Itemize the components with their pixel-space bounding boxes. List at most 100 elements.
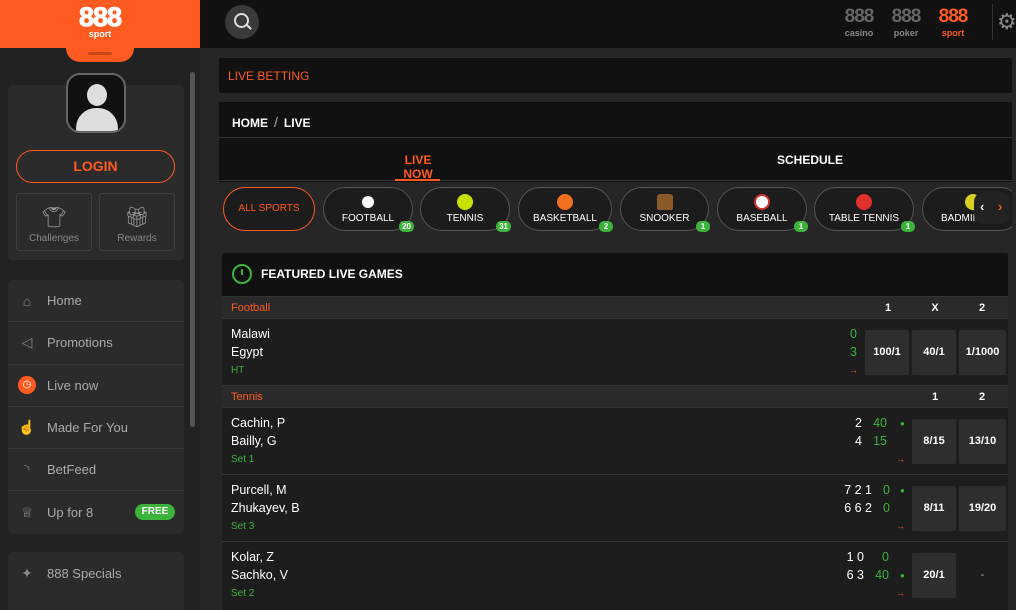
col-x: X bbox=[931, 302, 939, 314]
arrow-right-icon[interactable]: → bbox=[896, 588, 905, 598]
odds-1[interactable]: 8/15 bbox=[912, 419, 956, 464]
chip-snooker[interactable]: SNOOKER 1 bbox=[620, 187, 710, 232]
sidebar-item-up-for-8[interactable]: ♕ Up for 8 FREE bbox=[8, 491, 184, 533]
sets-1: 7 2 1 bbox=[844, 483, 872, 497]
brand-casino-mark: 888 bbox=[844, 6, 875, 27]
odds-2[interactable]: 13/10 bbox=[959, 419, 1006, 464]
chip-baseball[interactable]: BASEBALL 1 bbox=[717, 187, 808, 232]
match-row[interactable]: Kolar, Z Sachko, V Set 2 1 0 6 3 0 40 ● … bbox=[222, 541, 1008, 608]
section-tennis: Tennis 1 2 bbox=[222, 385, 1008, 407]
breadcrumb: HOME / LIVE bbox=[232, 114, 311, 130]
brand-sport-mark: 888 bbox=[938, 6, 969, 27]
rewards-label: Rewards bbox=[117, 233, 157, 244]
challenges-button[interactable]: 👕︎ Challenges bbox=[16, 193, 92, 251]
match-row[interactable]: Purcell, M Zhukayev, B Set 3 7 2 1 6 6 2… bbox=[222, 474, 1008, 541]
brand-poker[interactable]: 888 poker bbox=[886, 6, 926, 38]
match-status: Set 2 bbox=[231, 588, 255, 599]
breadcrumb-current: LIVE bbox=[283, 116, 311, 130]
avatar-head bbox=[87, 84, 107, 106]
col-2: 2 bbox=[978, 302, 986, 314]
breadcrumb-separator: / bbox=[274, 114, 278, 130]
star-icon: ✦ bbox=[21, 564, 33, 581]
game-1: 40 bbox=[873, 416, 887, 430]
chip-label: BASEBALL bbox=[736, 213, 788, 224]
main-content: LIVE BETTING HOME / LIVE LIVE NOW SCHEDULE… bbox=[200, 48, 1016, 610]
logo-sport: sport bbox=[88, 29, 112, 39]
chip-tennis[interactable]: TENNIS 31 bbox=[420, 187, 511, 232]
chip-basketball[interactable]: BASKETBALL 2 bbox=[518, 187, 613, 232]
serve-indicator: ● bbox=[900, 419, 905, 428]
brand-casino-name: casino bbox=[844, 28, 874, 38]
game-2: 0 bbox=[883, 501, 890, 515]
chip-football[interactable]: FOOTBALL 20 bbox=[323, 187, 414, 232]
tab-underline bbox=[395, 179, 440, 181]
col-1: 1 bbox=[884, 302, 892, 314]
rss-icon: ◝ bbox=[24, 461, 30, 478]
serve-indicator: ● bbox=[900, 571, 905, 580]
brand-sport-name: sport bbox=[941, 28, 965, 38]
chip-label: BASKETBALL bbox=[533, 213, 597, 224]
col-1: 1 bbox=[931, 391, 939, 403]
tab-schedule[interactable]: SCHEDULE bbox=[775, 153, 845, 167]
sidebar-nav: ⌂ Home ◁ Promotions ◷ Live now ☝ Made Fo… bbox=[8, 280, 184, 534]
chip-table-tennis[interactable]: TABLE TENNIS 1 bbox=[814, 187, 915, 232]
chips-scroll-controls: ‹ › bbox=[974, 192, 1010, 224]
player-1: Cachin, P bbox=[231, 416, 286, 430]
sidebar-scrollbar[interactable] bbox=[190, 72, 195, 427]
sidebar-item-made-for-you[interactable]: ☝ Made For You bbox=[8, 407, 184, 450]
football-icon bbox=[360, 194, 376, 210]
sidebar-item-betfeed[interactable]: ◝ BetFeed bbox=[8, 449, 184, 492]
odds-home[interactable]: 100/1 bbox=[865, 330, 909, 375]
sidebar: 888 sport LOGIN 👕︎ Challenges 🎁︎ Rewards… bbox=[0, 0, 200, 610]
sets-2: 4 bbox=[855, 434, 862, 448]
serve-indicator: ● bbox=[900, 486, 905, 495]
sidebar-item-home[interactable]: ⌂ Home bbox=[8, 280, 184, 323]
match-row[interactable]: Malawi Egypt HT 0 3 → 100/1 40/1 1/1000 bbox=[222, 318, 1008, 385]
odds-1[interactable]: 20/1 bbox=[912, 553, 956, 598]
thumbs-up-icon: ☝ bbox=[18, 419, 36, 436]
arrow-right-icon[interactable]: → bbox=[896, 521, 905, 531]
gift-icon: 🎁︎ bbox=[124, 207, 150, 229]
chevron-left-icon[interactable]: ‹ bbox=[980, 199, 984, 214]
player-2: Bailly, G bbox=[231, 434, 277, 448]
chip-label: TABLE TENNIS bbox=[828, 213, 900, 224]
game-2: 15 bbox=[873, 434, 887, 448]
logo-888[interactable]: 888 bbox=[72, 2, 128, 33]
sidebar-item-label: Home bbox=[47, 293, 82, 309]
avatar bbox=[66, 73, 126, 133]
sidebar-item-888-specials[interactable]: ✦ 888 Specials bbox=[8, 552, 184, 594]
player-1: Purcell, M bbox=[231, 483, 287, 497]
match-row[interactable]: Cachin, P Bailly, G Set 1 2 4 40 15 ● → … bbox=[222, 407, 1008, 474]
chip-all-sports[interactable]: ALL SPORTS bbox=[223, 187, 315, 231]
section-football: Football 1 X 2 bbox=[222, 296, 1008, 318]
live-betting-header: LIVE BETTING bbox=[219, 58, 1012, 93]
tab-live-now[interactable]: LIVE NOW bbox=[390, 153, 446, 181]
tennis-ball-icon bbox=[457, 194, 473, 210]
chip-count: 1 bbox=[794, 221, 808, 232]
breadcrumb-home[interactable]: HOME bbox=[232, 116, 268, 130]
chevron-right-icon[interactable]: › bbox=[998, 199, 1002, 214]
sidebar-item-promotions[interactable]: ◁ Promotions bbox=[8, 322, 184, 365]
odds-2: - bbox=[980, 569, 985, 581]
game-2: 40 bbox=[875, 568, 889, 582]
stopwatch-icon bbox=[232, 264, 252, 284]
odds-draw[interactable]: 40/1 bbox=[912, 330, 956, 375]
login-button[interactable]: LOGIN bbox=[16, 150, 175, 183]
rewards-button[interactable]: 🎁︎ Rewards bbox=[99, 193, 175, 251]
section-name: Football bbox=[231, 302, 271, 314]
away-score: 3 bbox=[850, 345, 857, 359]
odds-2[interactable]: 19/20 bbox=[959, 486, 1006, 531]
brand-casino[interactable]: 888 casino bbox=[839, 6, 879, 38]
odds-1[interactable]: 8/11 bbox=[912, 486, 956, 531]
sidebar-item-live-now[interactable]: ◷ Live now bbox=[8, 365, 184, 407]
gear-icon[interactable]: ⚙ bbox=[992, 4, 1016, 40]
sidebar-nav-secondary: ✦ 888 Specials bbox=[8, 552, 184, 610]
chip-count: 1 bbox=[901, 221, 915, 232]
section-name: Tennis bbox=[231, 391, 263, 403]
search-icon[interactable] bbox=[225, 5, 259, 39]
arrow-right-icon[interactable]: → bbox=[896, 454, 905, 464]
arrow-right-icon[interactable]: → bbox=[849, 365, 858, 375]
brand-poker-mark: 888 bbox=[891, 6, 922, 27]
odds-away[interactable]: 1/1000 bbox=[959, 330, 1006, 375]
brand-sport[interactable]: 888 sport bbox=[933, 6, 973, 38]
